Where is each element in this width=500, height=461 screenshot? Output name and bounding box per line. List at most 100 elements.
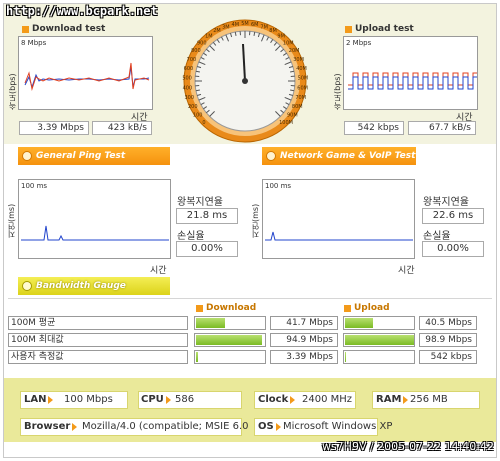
gauge-tick-label: 5M: [241, 21, 249, 27]
gauge-tick-label: 6M: [251, 22, 259, 28]
arrow-right-icon: [275, 422, 281, 431]
ping-left-rtt-value: 21.8 ms: [176, 208, 238, 224]
bullet-icon: [22, 25, 29, 33]
general-ping-test-button[interactable]: General Ping Test: [18, 147, 170, 165]
bullet-icon: [196, 304, 203, 312]
gauge-tick-label: 600: [184, 66, 194, 72]
ping-right-loss-label: 손실율: [423, 231, 451, 242]
watermark: http://www.bcpark.net: [6, 4, 158, 18]
download-bar-value: 94.9 Mbps: [270, 333, 338, 347]
browser-label: Browser: [24, 421, 78, 432]
speed-gauge: 0100 200 300 400 500 600 700 800 9001M2M3M 4M 5M 6M…: [182, 19, 309, 143]
ping-right-rtt-label: 왕복지연율: [423, 197, 469, 208]
cpu-value: 586: [175, 394, 195, 405]
download-bar-fill: [196, 335, 262, 345]
download-bar-value: 3.39 Mbps: [270, 350, 338, 364]
upload-legend: Upload: [344, 303, 390, 313]
upload-kbps: 542 kbps: [344, 121, 404, 135]
download-kbs: 423 kB/s: [92, 121, 152, 135]
gauge-tick-label: 70M: [295, 95, 306, 101]
network-game-voip-test-button[interactable]: Network Game & VoIP Test: [262, 147, 416, 165]
download-bar-fill: [196, 318, 225, 328]
upload-bar-track: [343, 350, 415, 364]
arrow-right-icon: [72, 422, 78, 431]
arrow-right-icon: [403, 395, 409, 404]
bullet-icon: [344, 304, 351, 312]
bandwidth-row-label: 100M 평균: [8, 316, 188, 330]
upload-bar-fill: [345, 352, 346, 362]
lan-label: LAN: [24, 394, 54, 405]
download-bar-track: [194, 333, 266, 347]
gauge-tick-label: 7M: [260, 24, 268, 30]
ping-left-trace: [21, 225, 169, 241]
upload-ylabel: 속도(bps): [333, 73, 342, 110]
gauge-tick-label: 30M: [293, 57, 304, 63]
bandwidth-row-label: 사용자 측정값: [8, 350, 188, 364]
ping-right-graph: 100 ms: [262, 179, 415, 259]
gauge-tick-label: 9M: [277, 34, 285, 40]
download-mbps: 3.39 Mbps: [19, 121, 89, 135]
download-legend: Download: [196, 303, 256, 313]
os-value: Microsoft Windows XP: [283, 421, 393, 432]
ram-value: 256 MB: [410, 394, 448, 405]
bullet-icon: [345, 25, 352, 33]
ping-right-trace: [265, 231, 413, 241]
gauge-tick-label: 4M: [232, 22, 240, 28]
divider: [8, 298, 492, 299]
gauge-tick-label: 60M: [297, 85, 308, 91]
gauge-tick-label: 900: [197, 40, 207, 46]
arrow-icon: [22, 151, 32, 161]
ping-right-loss-value: 0.00%: [422, 241, 484, 257]
os-label: OS: [258, 421, 281, 432]
ping-left-ylabel: 지연(ms): [7, 203, 16, 238]
download-bar-track: [194, 350, 266, 364]
gauge-tick-label: 3M: [222, 24, 230, 30]
gauge-tick-label: 800: [191, 48, 201, 54]
upload-bar-value: 542 kbps: [419, 350, 477, 364]
bandwidth-row-label: 100M 최대값: [8, 333, 188, 347]
arrow-right-icon: [290, 395, 296, 404]
gauge-tick-label: 50M: [298, 76, 309, 82]
arrow-right-icon: [165, 395, 171, 404]
gauge-tick-label: 80M: [292, 104, 303, 110]
ping-left-loss-value: 0.00%: [176, 241, 238, 257]
gauge-tick-label: 8M: [269, 28, 277, 34]
timestamp-watermark: ws7H9V / 2005-07-22 14:40:42: [321, 440, 494, 453]
gauge-tick-label: 700: [187, 57, 197, 63]
gauge-tick-label: 300: [184, 95, 194, 101]
gauge-tick-label: 1M: [205, 34, 213, 40]
ping-right-xlabel: 시간: [398, 266, 415, 276]
arrow-icon: [266, 151, 276, 161]
upload-bar-track: [343, 333, 415, 347]
upload-trace: [348, 72, 477, 90]
gauge-tick-label: 500: [182, 76, 192, 82]
upload-bar-value: 98.9 Mbps: [419, 333, 477, 347]
upload-bar-value: 40.5 Mbps: [419, 316, 477, 330]
lan-value: 100 Mbps: [64, 394, 113, 405]
gauge-tick-label: 100: [193, 113, 203, 119]
ping-left-graph: 100 ms: [18, 179, 171, 259]
download-bar-fill: [196, 352, 198, 362]
ping-left-xlabel: 시간: [150, 266, 167, 276]
arrow-right-icon: [48, 395, 54, 404]
clock-value: 2400 MHz: [302, 394, 353, 405]
download-title: Download test: [22, 24, 105, 34]
gauge-tick-label: 400: [183, 85, 193, 91]
ping-left-loss-label: 손실율: [177, 231, 205, 242]
ram-label: RAM: [376, 394, 409, 405]
bandwidth-gauge-button[interactable]: Bandwidth Gauge: [18, 277, 170, 295]
upload-bar-track: [343, 316, 415, 330]
upload-bar-fill: [345, 335, 414, 345]
gauge-tick-label: 90M: [287, 113, 298, 119]
gauge-tick-label: 40M: [296, 66, 307, 72]
upload-bar-fill: [345, 318, 373, 328]
gauge-tick-label: 100M: [279, 120, 293, 126]
gauge-tick-label: 200: [188, 104, 198, 110]
gauge-tick-label: 0: [202, 120, 205, 126]
download-bar-value: 41.7 Mbps: [270, 316, 338, 330]
gauge-tick-label: 10M: [283, 40, 294, 46]
download-graph: 8 Mbps: [18, 36, 153, 110]
upload-title: Upload test: [345, 24, 414, 34]
ping-right-rtt-value: 22.6 ms: [422, 208, 484, 224]
download-ylabel: 속도(bps): [8, 73, 17, 110]
